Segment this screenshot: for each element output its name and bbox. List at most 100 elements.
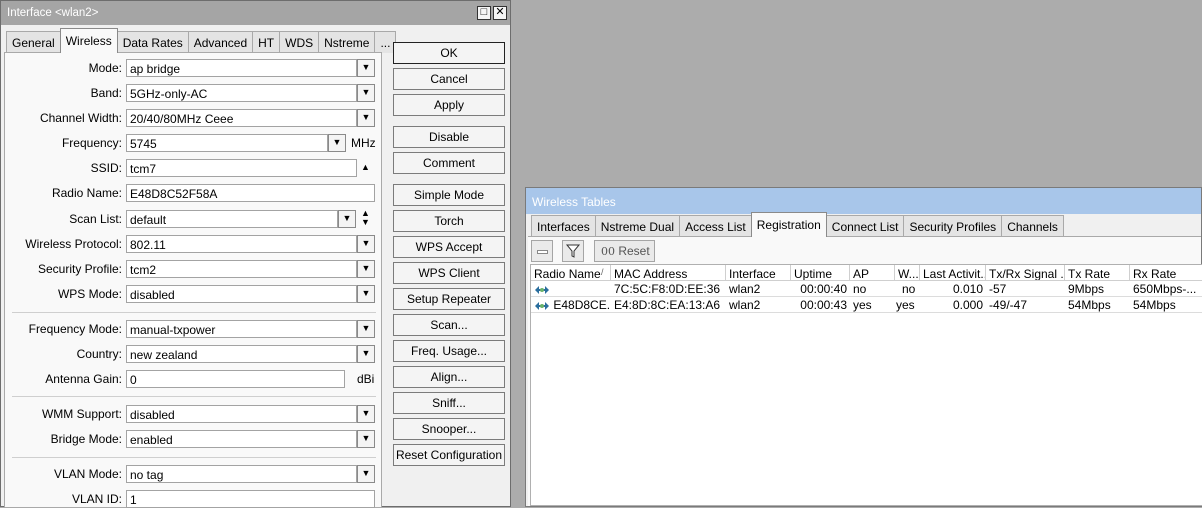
setup-repeater-button[interactable]: Setup Repeater: [393, 288, 505, 310]
wps-mode-select[interactable]: disabled: [126, 285, 357, 303]
tab-nstreme-dual[interactable]: Nstreme Dual: [594, 215, 681, 237]
radio-name-cell: E48D8CE...: [531, 297, 611, 312]
tab-connect-list[interactable]: Connect List: [825, 215, 905, 237]
simple-mode-button[interactable]: Simple Mode: [393, 184, 505, 206]
freq-usage-button[interactable]: Freq. Usage...: [393, 340, 505, 362]
comment-button[interactable]: Comment: [393, 152, 505, 174]
wps-accept-button[interactable]: WPS Accept: [393, 236, 505, 258]
ok-button[interactable]: OK: [393, 42, 505, 64]
bridge-mode-dropdown-icon[interactable]: ▼: [357, 430, 375, 448]
column-header-ap[interactable]: AP: [850, 265, 895, 281]
vlan-mode-dropdown-icon[interactable]: ▼: [357, 465, 375, 483]
table-row[interactable]: E48D8CE... E4:8D:8C:EA:13:A6 wlan2 00:00…: [531, 297, 1202, 312]
tab-general[interactable]: General: [6, 31, 61, 53]
interface-cell: wlan2: [729, 282, 761, 296]
frequency-mode-dropdown-icon[interactable]: ▼: [357, 320, 375, 338]
signal-cell: -57: [989, 282, 1007, 296]
channel-width-dropdown-icon[interactable]: ▼: [357, 109, 375, 127]
wmm-support-select[interactable]: disabled: [126, 405, 357, 423]
frequency-mode-select[interactable]: manual-txpower: [126, 320, 357, 338]
rx-rate-cell: 54Mbps: [1133, 298, 1176, 312]
security-profile-select[interactable]: tcm2: [126, 260, 357, 278]
wps-client-button[interactable]: WPS Client: [393, 262, 505, 284]
tab-nstreme[interactable]: Nstreme: [318, 31, 376, 53]
uptime-cell: 00:00:43: [800, 298, 847, 312]
frequency-dropdown-icon[interactable]: ▼: [328, 134, 346, 152]
column-header-label: Radio Name: [534, 267, 601, 281]
scan-list-dropdown-icon[interactable]: ▼: [338, 210, 356, 228]
wireless-settings-panel: Mode: ap bridge ▼ Band: 5GHz-only-AC ▼ C…: [4, 52, 382, 508]
snooper-button[interactable]: Snooper...: [393, 418, 505, 440]
wps-mode-label: WPS Mode:: [57, 287, 122, 301]
antenna-gain-input[interactable]: 0: [126, 370, 345, 388]
maximize-icon[interactable]: □: [477, 6, 491, 20]
tab-data-rates[interactable]: Data Rates: [116, 31, 189, 53]
column-header-rx-rate[interactable]: Rx Rate: [1130, 265, 1202, 281]
wireless-tables-titlebar[interactable]: Wireless Tables: [526, 188, 1201, 214]
mode-select[interactable]: ap bridge: [126, 59, 357, 77]
radio-name-input[interactable]: E48D8C52F58A: [126, 184, 375, 202]
tab-interfaces[interactable]: Interfaces: [531, 215, 596, 237]
scan-button[interactable]: Scan...: [393, 314, 505, 336]
last-activity-cell: 0.010: [952, 282, 983, 296]
tab-security-profiles[interactable]: Security Profiles: [903, 215, 1003, 237]
wds-cell: yes: [896, 298, 915, 312]
ssid-input[interactable]: tcm7: [126, 159, 357, 177]
last-activity-cell: 0.000: [952, 298, 983, 312]
wmm-support-dropdown-icon[interactable]: ▼: [357, 405, 375, 423]
reset-configuration-button[interactable]: Reset Configuration: [393, 444, 505, 466]
registered-client-icon: [535, 301, 549, 310]
band-select[interactable]: 5GHz-only-AC: [126, 84, 357, 102]
channel-width-select[interactable]: 20/40/80MHz Ceee: [126, 109, 357, 127]
torch-button[interactable]: Torch: [393, 210, 505, 232]
reset-counters-button[interactable]: 00 Reset: [594, 240, 655, 262]
tab-registration[interactable]: Registration: [750, 212, 827, 237]
scan-list-updown-icon[interactable]: ▲ ▼: [361, 209, 370, 227]
table-row[interactable]: 7C:5C:F8:0D:EE:36 wlan2 00:00:40 no no 0…: [531, 281, 1202, 296]
vlan-mode-select[interactable]: no tag: [126, 465, 357, 483]
remove-button[interactable]: [531, 240, 553, 262]
tab-advanced[interactable]: Advanced: [187, 31, 254, 53]
scan-list-select[interactable]: default: [126, 210, 338, 228]
wireless-tables-window: Wireless Tables Interfaces Nstreme Dual …: [525, 187, 1202, 507]
tx-rate-cell: 54Mbps: [1068, 298, 1111, 312]
column-header-uptime[interactable]: Uptime: [791, 265, 850, 281]
tab-wds[interactable]: WDS: [279, 31, 320, 53]
tab-channels[interactable]: Channels: [1001, 215, 1064, 237]
frequency-select[interactable]: 5745: [126, 134, 328, 152]
cancel-button[interactable]: Cancel: [393, 68, 505, 90]
align-button[interactable]: Align...: [393, 366, 505, 388]
column-header-last-activity[interactable]: Last Activit...: [920, 265, 986, 281]
tab-ht[interactable]: HT: [252, 31, 281, 53]
column-header-wds[interactable]: W...: [895, 265, 920, 281]
column-header-tx-rate[interactable]: Tx Rate: [1065, 265, 1130, 281]
sniff-button[interactable]: Sniff...: [393, 392, 505, 414]
disable-button[interactable]: Disable: [393, 126, 505, 148]
column-header-radio-name[interactable]: Radio Name /: [531, 265, 611, 281]
channel-width-label: Channel Width:: [39, 111, 122, 125]
tab-wireless[interactable]: Wireless: [59, 28, 118, 53]
wps-mode-dropdown-icon[interactable]: ▼: [357, 285, 375, 303]
mode-dropdown-icon[interactable]: ▼: [357, 59, 375, 77]
country-dropdown-icon[interactable]: ▼: [357, 345, 375, 363]
wireless-protocol-select[interactable]: 802.11: [126, 235, 357, 253]
vlan-id-input[interactable]: 1: [126, 490, 375, 508]
column-header-mac-address[interactable]: MAC Address: [611, 265, 726, 281]
tab-access-list[interactable]: Access List: [679, 215, 752, 237]
column-header-interface[interactable]: Interface: [726, 265, 791, 281]
bridge-mode-select[interactable]: enabled: [126, 430, 357, 448]
wireless-protocol-dropdown-icon[interactable]: ▼: [357, 235, 375, 253]
apply-button[interactable]: Apply: [393, 94, 505, 116]
minus-icon: [537, 250, 548, 254]
band-dropdown-icon[interactable]: ▼: [357, 84, 375, 102]
column-header-tx-rx-signal[interactable]: Tx/Rx Signal ...: [986, 265, 1065, 281]
security-profile-dropdown-icon[interactable]: ▼: [357, 260, 375, 278]
country-select[interactable]: new zealand: [126, 345, 357, 363]
radio-name-cell: [531, 281, 611, 296]
ssid-collapse-icon[interactable]: ▲: [361, 162, 370, 172]
interface-window-titlebar[interactable]: Interface <wlan2> □ ✕: [1, 1, 510, 25]
close-icon[interactable]: ✕: [493, 6, 507, 20]
divider: [12, 457, 376, 458]
filter-button[interactable]: [562, 240, 584, 262]
bridge-mode-label: Bridge Mode:: [50, 432, 122, 446]
